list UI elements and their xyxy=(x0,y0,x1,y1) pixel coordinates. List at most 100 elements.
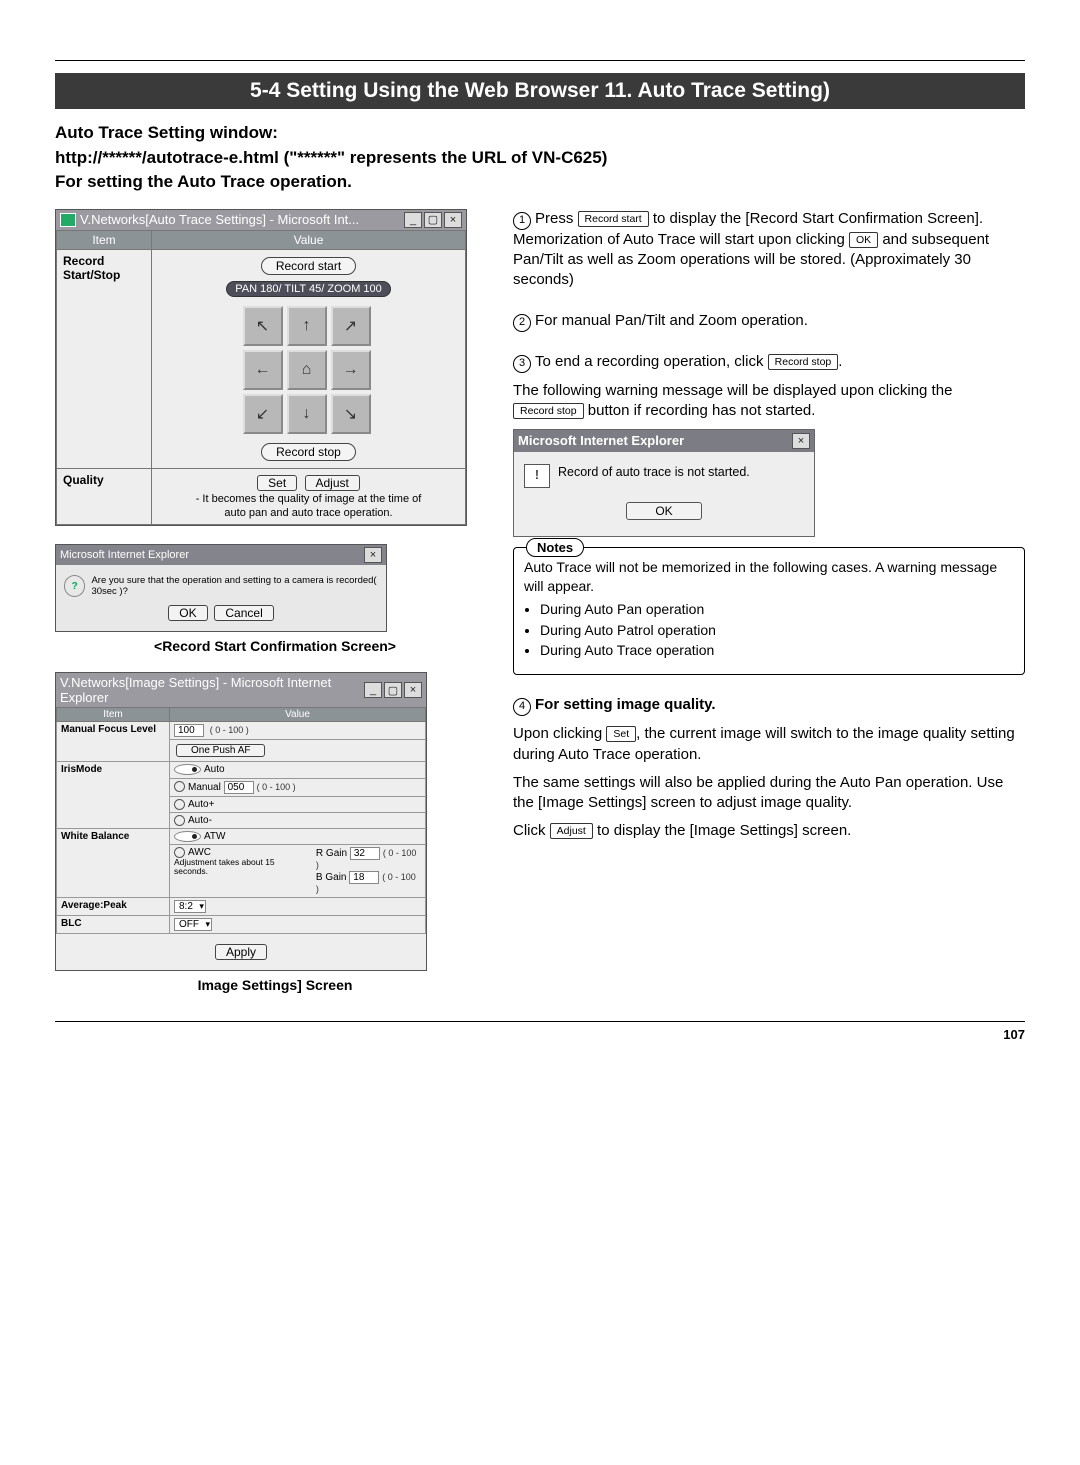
question-icon: ? xyxy=(64,575,85,597)
step-2-marker: 2 xyxy=(513,314,531,332)
at-row2-label: Quality xyxy=(57,468,152,525)
ptz-up-right[interactable]: ↗ xyxy=(331,306,371,346)
warning-close-icon[interactable]: × xyxy=(792,433,810,449)
img-hdr-value: Value xyxy=(170,708,426,722)
bgain-input[interactable]: 18 xyxy=(349,871,379,884)
ptz-up-left[interactable]: ↖ xyxy=(243,306,283,346)
img-minimize-icon[interactable]: _ xyxy=(364,682,382,698)
maximize-icon[interactable]: ▢ xyxy=(424,212,442,228)
warning-ok-button[interactable]: OK xyxy=(626,502,701,520)
intro-line-2: http://******/autotrace-e.html ("******"… xyxy=(55,146,1025,171)
minimize-icon[interactable]: _ xyxy=(404,212,422,228)
warning-dialog: Microsoft Internet Explorer × ! Record o… xyxy=(513,429,815,537)
ptz-grid: ↖ ↑ ↗ ← ⌂ → ↙ ↓ ↘ xyxy=(243,306,375,434)
adjust-chip: Adjust xyxy=(550,823,593,839)
img-title: V.Networks[Image Settings] - Microsoft I… xyxy=(60,675,364,705)
notes-item: During Auto Patrol operation xyxy=(540,621,1014,640)
ptz-position: PAN 180/ TILT 45/ ZOOM 100 xyxy=(226,281,391,297)
ptz-down[interactable]: ↓ xyxy=(287,394,327,434)
iris-auto-radio[interactable] xyxy=(174,764,201,775)
image-settings-caption: Image Settings] Screen xyxy=(55,977,495,993)
step-3-marker: 3 xyxy=(513,355,531,373)
step-2: 2For manual Pan/Tilt and Zoom operation. xyxy=(513,311,1025,332)
page-number: 107 xyxy=(55,1027,1025,1042)
mfl-range: ( 0 - 100 ) xyxy=(210,725,249,735)
confirm-caption: <Record Start Confirmation Screen> xyxy=(55,638,495,654)
auto-trace-title: V.Networks[Auto Trace Settings] - Micros… xyxy=(80,212,404,227)
ptz-down-left[interactable]: ↙ xyxy=(243,394,283,434)
ie-icon xyxy=(60,213,76,227)
section-title: 5-4 Setting Using the Web Browser 11. Au… xyxy=(55,73,1025,109)
one-push-af-button[interactable]: One Push AF xyxy=(176,744,265,757)
warning-title: Microsoft Internet Explorer xyxy=(518,432,792,450)
confirm-close-icon[interactable]: × xyxy=(364,547,382,563)
blc-select[interactable]: OFF xyxy=(174,918,212,931)
row-mfl-label: Manual Focus Level xyxy=(57,722,170,762)
image-settings-table: Item Value Manual Focus Level 100 ( 0 - … xyxy=(56,707,426,934)
row-wb-label: White Balance xyxy=(57,828,170,897)
record-stop-chip-2: Record stop xyxy=(513,403,584,419)
notes-list: During Auto Pan operation During Auto Pa… xyxy=(540,600,1014,661)
record-start-confirm-dialog: Microsoft Internet Explorer × ? Are you … xyxy=(55,544,387,632)
top-divider xyxy=(55,60,1025,61)
iris-manual-input[interactable]: 050 xyxy=(224,781,254,794)
notes-lead: Auto Trace will not be memorized in the … xyxy=(524,558,1014,596)
row-blc-label: BLC xyxy=(57,915,170,933)
ptz-home[interactable]: ⌂ xyxy=(287,350,327,390)
step-1-marker: 1 xyxy=(513,212,531,230)
intro-line-3: For setting the Auto Trace operation. xyxy=(55,170,1025,195)
ptz-down-right[interactable]: ↘ xyxy=(331,394,371,434)
step-4-marker: 4 xyxy=(513,698,531,716)
step-4: 4For setting image quality. Upon clickin… xyxy=(513,695,1025,841)
record-start-chip: Record start xyxy=(578,211,649,227)
auto-trace-window: V.Networks[Auto Trace Settings] - Micros… xyxy=(55,209,467,527)
ptz-up[interactable]: ↑ xyxy=(287,306,327,346)
img-hdr-item: Item xyxy=(57,708,170,722)
record-stop-chip-1: Record stop xyxy=(768,354,839,370)
at-hdr-item: Item xyxy=(57,230,152,249)
bottom-divider xyxy=(55,1021,1025,1022)
left-column: V.Networks[Auto Trace Settings] - Micros… xyxy=(55,209,495,993)
notes-item: During Auto Trace operation xyxy=(540,641,1014,660)
confirm-cancel-button[interactable]: Cancel xyxy=(214,605,273,621)
right-column: 1Press Record start to display the [Reco… xyxy=(513,209,1025,993)
step-3: 3To end a recording operation, click Rec… xyxy=(513,352,1025,676)
row-mfl-value: 100 ( 0 - 100 ) xyxy=(170,722,426,740)
iris-manual-radio[interactable] xyxy=(174,781,185,792)
img-maximize-icon[interactable]: ▢ xyxy=(384,682,402,698)
notes-label: Notes xyxy=(526,538,584,558)
quality-set-button[interactable]: Set xyxy=(257,475,297,491)
rgain-input[interactable]: 32 xyxy=(350,847,380,860)
record-stop-button[interactable]: Record stop xyxy=(261,443,356,461)
ptz-left[interactable]: ← xyxy=(243,350,283,390)
iris-autominus-radio[interactable] xyxy=(174,815,185,826)
warning-message: Record of auto trace is not started. xyxy=(558,464,750,481)
ap-select[interactable]: 8:2 xyxy=(174,900,206,913)
mfl-input[interactable]: 100 xyxy=(174,724,204,737)
confirm-ok-button[interactable]: OK xyxy=(168,605,207,621)
img-close-icon[interactable]: × xyxy=(404,682,422,698)
awc-note: Adjustment takes about 15 seconds. xyxy=(174,858,310,876)
set-chip: Set xyxy=(606,726,636,742)
iris-autoplus-radio[interactable] xyxy=(174,799,185,810)
auto-trace-titlebar: V.Networks[Auto Trace Settings] - Micros… xyxy=(56,210,466,230)
intro-line-1: Auto Trace Setting window: xyxy=(55,121,1025,146)
row-ap-label: Average:Peak xyxy=(57,897,170,915)
confirm-titlebar: Microsoft Internet Explorer × xyxy=(56,545,386,565)
img-titlebar: V.Networks[Image Settings] - Microsoft I… xyxy=(56,673,426,707)
confirm-message: Are you sure that the operation and sett… xyxy=(91,575,378,597)
wb-atw-radio[interactable] xyxy=(174,831,201,842)
image-settings-window: V.Networks[Image Settings] - Microsoft I… xyxy=(55,672,427,971)
image-apply-button[interactable]: Apply xyxy=(215,944,267,960)
quality-note-2: auto pan and auto trace operation. xyxy=(158,507,459,521)
close-icon[interactable]: × xyxy=(444,212,462,228)
notes-box: Notes Auto Trace will not be memorized i… xyxy=(513,547,1025,675)
record-start-button[interactable]: Record start xyxy=(261,257,356,275)
quality-adjust-button[interactable]: Adjust xyxy=(305,475,360,491)
confirm-title: Microsoft Internet Explorer xyxy=(60,549,364,561)
row-iris-label: IrisMode xyxy=(57,762,170,828)
ptz-right[interactable]: → xyxy=(331,350,371,390)
intro-block: Auto Trace Setting window: http://******… xyxy=(55,121,1025,195)
warning-icon: ! xyxy=(524,464,550,488)
at-hdr-value: Value xyxy=(152,230,466,249)
